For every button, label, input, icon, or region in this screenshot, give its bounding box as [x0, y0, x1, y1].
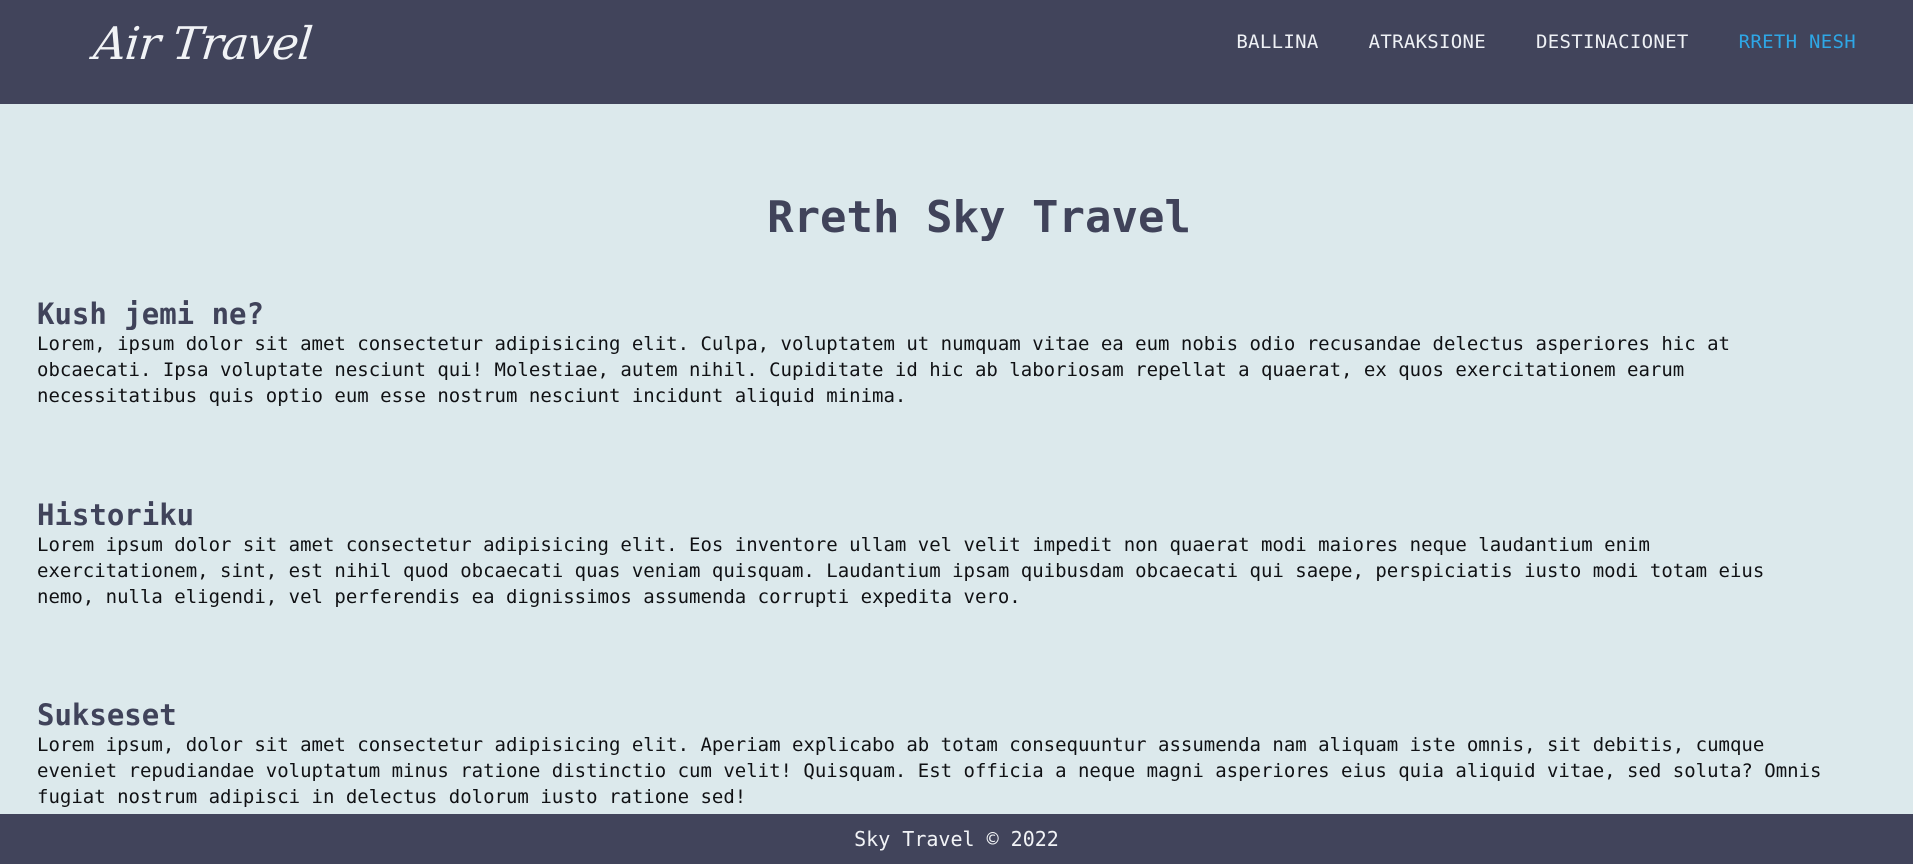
page-title: Rreth Sky Travel [767, 192, 1191, 243]
section-text-line: exercitationem, sint, est nihil quod obc… [37, 560, 1765, 582]
section-heading: Kush jemi ne? [37, 297, 264, 331]
section-heading: Historiku [37, 498, 195, 532]
section-text-line: Lorem ipsum, dolor sit amet consectetur … [37, 734, 1765, 756]
site-logo[interactable]: Air Travel [91, 14, 315, 74]
nav-item-ballina[interactable]: BALLINA [1236, 30, 1318, 54]
nav-item-atraksione[interactable]: ATRAKSIONE [1369, 30, 1486, 54]
section-heading: Sukseset [37, 698, 177, 732]
section-text-line: Lorem, ipsum dolor sit amet consectetur … [37, 333, 1730, 355]
section-text-line: nemo, nulla eligendi, vel perferendis ea… [37, 586, 1021, 608]
nav-item-destinacionet[interactable]: DESTINACIONET [1536, 30, 1689, 54]
section-text-line: fugiat nostrum adipisci in delectus dolo… [37, 786, 747, 808]
copyright-text: Sky Travel © 2022 [854, 827, 1059, 851]
section-text-line: obcaecati. Ipsa voluptate nesciunt qui! … [37, 359, 1685, 381]
section-text-line: Lorem ipsum dolor sit amet consectetur a… [37, 534, 1650, 556]
site-footer: Sky Travel © 2022 [0, 814, 1913, 864]
site-header: Air Travel BALLINA ATRAKSIONE DESTINACIO… [0, 0, 1913, 104]
section-sukseset: Sukseset Lorem ipsum, dolor sit amet con… [37, 698, 1913, 810]
nav-item-rreth-nesh[interactable]: RRETH NESH [1739, 30, 1856, 54]
section-historiku: Historiku Lorem ipsum dolor sit amet con… [37, 498, 1913, 610]
section-kush-jemi-ne: Kush jemi ne? Lorem, ipsum dolor sit ame… [37, 297, 1913, 409]
section-text-line: eveniet repudiandae voluptatum minus rat… [37, 760, 1822, 782]
section-text-line: necessitatibus quis optio eum esse nostr… [37, 385, 907, 407]
main-nav: BALLINA ATRAKSIONE DESTINACIONET RRETH N… [1236, 30, 1856, 54]
main-content: Rreth Sky Travel Kush jemi ne? Lorem, ip… [0, 104, 1913, 814]
